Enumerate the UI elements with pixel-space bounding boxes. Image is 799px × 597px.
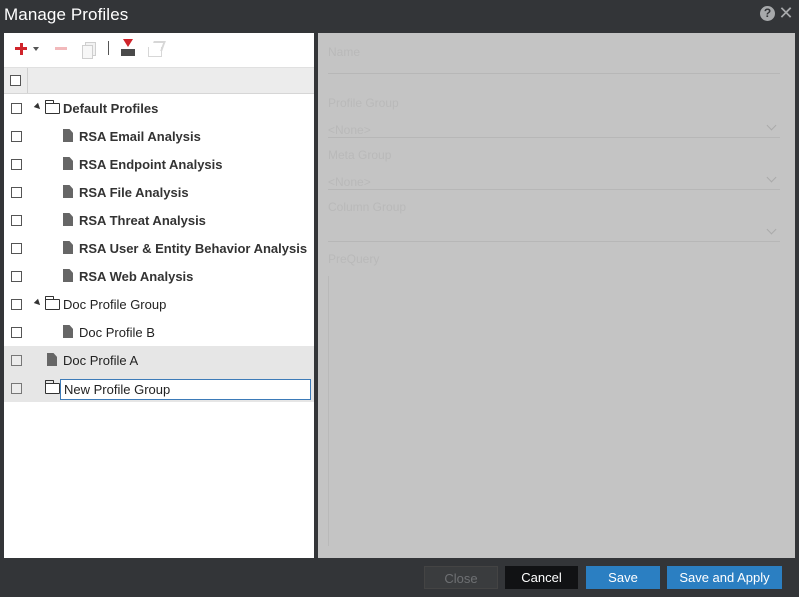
title-bar: Manage Profiles ? ✕ xyxy=(0,0,799,30)
profile-label: RSA Threat Analysis xyxy=(79,213,206,228)
prequery-label: PreQuery xyxy=(328,252,380,266)
chevron-down-icon xyxy=(766,224,777,235)
row-checkbox[interactable] xyxy=(11,103,22,114)
row-checkbox[interactable] xyxy=(11,383,22,394)
tree-row-profile[interactable]: RSA User & Entity Behavior Analysis xyxy=(4,234,314,262)
profile-group-label: Profile Group xyxy=(328,96,399,110)
row-checkbox[interactable] xyxy=(11,243,22,254)
help-icon[interactable]: ? xyxy=(760,6,775,21)
profile-label: RSA File Analysis xyxy=(79,185,189,200)
column-group-select xyxy=(328,241,780,242)
row-checkbox[interactable] xyxy=(11,159,22,170)
group-label: Default Profiles xyxy=(63,101,159,116)
tree-row-profile-selected[interactable]: Doc Profile A xyxy=(4,346,314,374)
meta-group-label: Meta Group xyxy=(328,148,392,162)
profiles-tree-panel: Default Profiles RSA Email Analysis RSA … xyxy=(4,33,314,558)
tree-row-default-profiles[interactable]: Default Profiles xyxy=(4,94,314,122)
profile-details-panel-disabled: Name Profile Group <None> Meta Group <No… xyxy=(318,33,795,558)
name-field xyxy=(328,73,780,74)
save-button[interactable]: Save xyxy=(586,566,660,589)
row-checkbox[interactable] xyxy=(11,215,22,226)
select-all-checkbox[interactable] xyxy=(10,75,21,86)
dialog-footer: Close Cancel Save Save and Apply xyxy=(0,558,799,597)
row-checkbox[interactable] xyxy=(11,299,22,310)
expanded-arrow-icon[interactable] xyxy=(33,102,43,112)
tree-row-new-group-editing[interactable] xyxy=(4,374,314,402)
name-label: Name xyxy=(328,45,361,59)
tree-row-profile[interactable]: RSA Endpoint Analysis xyxy=(4,150,314,178)
folder-icon xyxy=(45,100,60,114)
prequery-textarea xyxy=(328,276,780,546)
meta-group-select-value: <None> xyxy=(328,175,371,189)
document-icon xyxy=(63,157,73,170)
document-icon xyxy=(63,185,73,198)
import-icon[interactable] xyxy=(120,39,136,57)
close-button: Close xyxy=(424,566,498,589)
chevron-down-icon xyxy=(766,172,777,183)
profile-group-select-value: <None> xyxy=(328,123,371,137)
profile-label: RSA User & Entity Behavior Analysis xyxy=(79,241,308,256)
profile-group-select xyxy=(328,137,780,138)
export-share-icon[interactable] xyxy=(147,39,163,57)
document-icon xyxy=(63,129,73,142)
tree-row-profile[interactable]: RSA Web Analysis xyxy=(4,262,314,290)
profile-label: RSA Web Analysis xyxy=(79,269,194,284)
row-checkbox[interactable] xyxy=(11,327,22,338)
profile-label: Doc Profile B xyxy=(79,325,155,340)
group-label: Doc Profile Group xyxy=(63,297,167,312)
profile-label: RSA Endpoint Analysis xyxy=(79,157,223,172)
tree-row-profile[interactable]: RSA Threat Analysis xyxy=(4,206,314,234)
row-checkbox[interactable] xyxy=(11,131,22,142)
remove-icon[interactable] xyxy=(54,39,68,57)
tree-row-doc-profile-group[interactable]: Doc Profile Group xyxy=(4,290,314,318)
meta-group-select xyxy=(328,189,780,190)
add-dropdown-caret-icon[interactable] xyxy=(33,47,39,51)
row-checkbox[interactable] xyxy=(11,187,22,198)
add-icon[interactable] xyxy=(13,39,29,57)
toolbar-separator xyxy=(108,41,109,55)
profile-label: RSA Email Analysis xyxy=(79,129,201,144)
folder-icon xyxy=(45,380,60,394)
tree-row-profile[interactable]: Doc Profile B xyxy=(4,318,314,346)
manage-profiles-dialog: Manage Profiles ? ✕ Default Profiles RSA… xyxy=(0,0,799,597)
row-checkbox[interactable] xyxy=(11,355,22,366)
tree-header-row xyxy=(4,67,314,94)
save-and-apply-button[interactable]: Save and Apply xyxy=(667,566,782,589)
dialog-title: Manage Profiles xyxy=(4,5,129,24)
document-icon xyxy=(47,353,57,366)
group-name-input[interactable] xyxy=(60,379,311,400)
folder-icon xyxy=(45,296,60,310)
document-icon xyxy=(63,241,73,254)
copy-icon[interactable] xyxy=(81,39,96,59)
document-icon xyxy=(63,325,73,338)
select-all-cell xyxy=(4,68,28,93)
document-icon xyxy=(63,269,73,282)
tree-row-profile[interactable]: RSA File Analysis xyxy=(4,178,314,206)
profile-label: Doc Profile A xyxy=(63,353,139,368)
close-icon[interactable]: ✕ xyxy=(778,4,794,22)
row-checkbox[interactable] xyxy=(11,271,22,282)
chevron-down-icon xyxy=(766,120,777,131)
cancel-button[interactable]: Cancel xyxy=(505,566,578,589)
column-group-label: Column Group xyxy=(328,200,407,214)
document-icon xyxy=(63,213,73,226)
tree-toolbar xyxy=(4,33,314,66)
tree-row-profile[interactable]: RSA Email Analysis xyxy=(4,122,314,150)
expanded-arrow-icon[interactable] xyxy=(33,298,43,308)
